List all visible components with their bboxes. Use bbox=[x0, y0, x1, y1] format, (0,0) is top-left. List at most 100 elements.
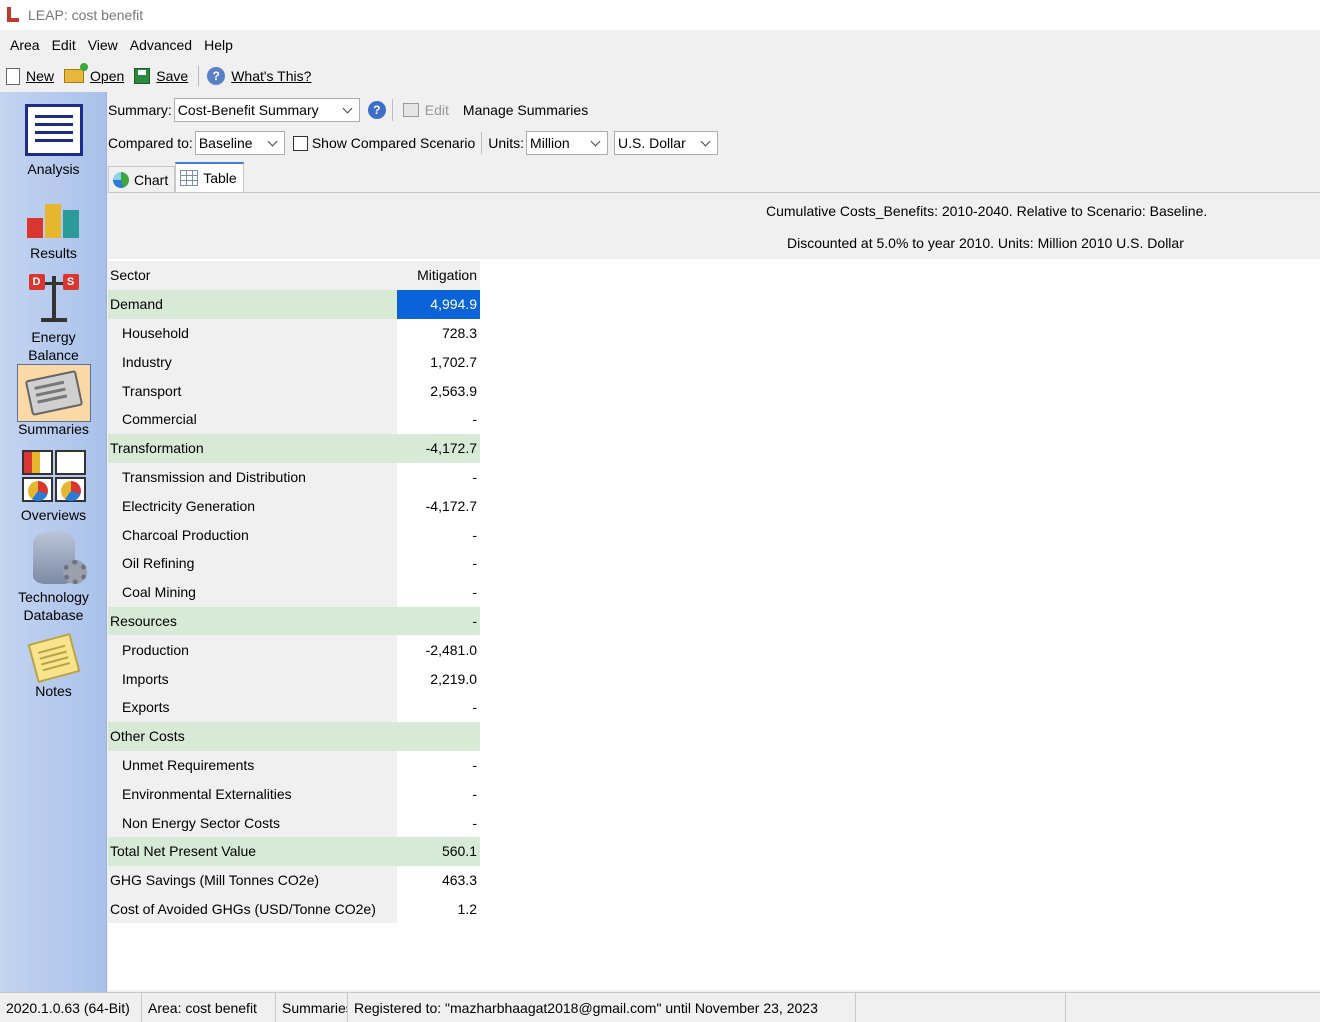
row-label: Resources bbox=[108, 606, 397, 636]
sidebar-item-analysis[interactable]: Analysis bbox=[0, 104, 107, 178]
sidebar-item-summaries[interactable]: Summaries bbox=[0, 364, 107, 438]
summary-help-icon[interactable]: ? bbox=[367, 101, 386, 119]
row-label: Environmental Externalities bbox=[108, 779, 397, 809]
row-value[interactable]: -4,172.7 bbox=[397, 491, 480, 521]
view-bar: Analysis Results DS Energy Balance Summa… bbox=[0, 92, 107, 992]
row-label: Exports bbox=[108, 692, 397, 722]
save-disk-icon bbox=[134, 68, 151, 84]
summaries-icon bbox=[16, 364, 91, 422]
table-row[interactable]: Imports 2,219.0 bbox=[108, 664, 481, 693]
row-value[interactable]: - bbox=[397, 520, 480, 549]
menu-bar: Area Edit View Advanced Help bbox=[0, 30, 1320, 60]
table-row[interactable]: Industry 1,702.7 bbox=[108, 347, 481, 377]
table-row[interactable]: Household 728.3 bbox=[108, 318, 481, 348]
sidebar-item-overviews[interactable]: Overviews bbox=[0, 450, 107, 524]
table-row[interactable]: Total Net Present Value 560.1 bbox=[108, 836, 481, 866]
chevron-down-icon bbox=[700, 136, 711, 146]
menu-help[interactable]: Help bbox=[198, 37, 239, 53]
row-value[interactable]: - bbox=[397, 750, 480, 780]
row-value[interactable]: - bbox=[397, 462, 480, 492]
row-value[interactable] bbox=[397, 721, 480, 751]
title-bar: LEAP: cost benefit bbox=[0, 0, 1320, 30]
manage-summaries-button[interactable]: Manage Summaries bbox=[463, 102, 588, 118]
row-value[interactable]: 1,702.7 bbox=[397, 347, 480, 377]
table-row[interactable]: Electricity Generation -4,172.7 bbox=[108, 491, 481, 521]
window-title: LEAP: cost benefit bbox=[28, 7, 144, 23]
new-button[interactable]: New bbox=[6, 67, 54, 85]
summary-select[interactable]: Cost-Benefit Summary bbox=[173, 98, 360, 122]
menu-edit[interactable]: Edit bbox=[46, 37, 82, 53]
sidebar-item-results[interactable]: Results bbox=[0, 188, 107, 262]
analysis-icon bbox=[24, 104, 83, 156]
table-row[interactable]: Cost of Avoided GHGs (USD/Tonne CO2e) 1.2 bbox=[108, 894, 481, 924]
table-row[interactable]: GHG Savings (Mill Tonnes CO2e) 463.3 bbox=[108, 865, 481, 895]
open-folder-icon bbox=[64, 63, 89, 83]
sidebar-item-energy-balance[interactable]: DS Energy Balance bbox=[0, 272, 107, 364]
open-button[interactable]: Open bbox=[64, 63, 124, 84]
whats-this-button[interactable]: ? What's This? bbox=[207, 67, 311, 85]
row-label: Industry bbox=[108, 347, 397, 377]
status-bar: 2020.1.0.63 (64-Bit) Area: cost benefit … bbox=[0, 992, 1320, 1022]
edit-button[interactable]: Edit bbox=[402, 102, 449, 118]
row-value[interactable]: -4,172.7 bbox=[397, 433, 480, 463]
view-tabs: Chart Table bbox=[108, 162, 244, 192]
table-caption: Cumulative Costs_Benefits: 2010-2040. Re… bbox=[108, 193, 1320, 259]
row-value[interactable]: - bbox=[397, 606, 480, 636]
row-value[interactable]: - bbox=[397, 548, 480, 578]
save-button-label: Save bbox=[156, 68, 189, 84]
table-row[interactable]: Non Energy Sector Costs - bbox=[108, 808, 481, 837]
row-value[interactable]: 2,563.9 bbox=[397, 376, 480, 405]
row-value[interactable]: 728.3 bbox=[397, 318, 480, 348]
row-value[interactable]: 4,994.9 bbox=[397, 289, 480, 319]
table-row[interactable]: Exports - bbox=[108, 692, 481, 722]
menu-advanced[interactable]: Advanced bbox=[124, 37, 198, 53]
whats-this-label: What's This? bbox=[231, 68, 312, 84]
currency-select[interactable]: U.S. Dollar bbox=[614, 131, 719, 155]
row-value[interactable]: 1.2 bbox=[397, 894, 480, 924]
table-row[interactable]: Production -2,481.0 bbox=[108, 635, 481, 665]
table-row[interactable]: Unmet Requirements - bbox=[108, 750, 481, 780]
table-row[interactable]: Commercial - bbox=[108, 404, 481, 434]
units-select[interactable]: Million bbox=[526, 131, 609, 155]
table-row[interactable]: Other Costs bbox=[108, 721, 481, 751]
table-row[interactable]: Transformation -4,172.7 bbox=[108, 433, 481, 463]
bar-chart-icon bbox=[25, 188, 83, 240]
table-row[interactable]: Resources - bbox=[108, 606, 481, 636]
compared-to-value: Baseline bbox=[198, 135, 253, 151]
show-compared-checkbox[interactable] bbox=[292, 135, 308, 151]
sidebar-label-notes: Notes bbox=[35, 683, 72, 699]
table-row[interactable]: Charcoal Production - bbox=[108, 520, 481, 549]
table-row[interactable]: Oil Refining - bbox=[108, 548, 481, 578]
chevron-down-icon bbox=[342, 103, 353, 113]
row-value[interactable]: - bbox=[397, 808, 480, 837]
row-value[interactable]: - bbox=[397, 692, 480, 722]
row-value[interactable]: - bbox=[397, 779, 480, 809]
sidebar-item-technology-database[interactable]: Technology Database bbox=[0, 532, 107, 624]
row-value[interactable]: -2,481.0 bbox=[397, 635, 480, 665]
table-row[interactable]: Transport 2,563.9 bbox=[108, 376, 481, 405]
row-value[interactable]: 560.1 bbox=[397, 836, 480, 866]
table-grid-icon bbox=[180, 170, 199, 186]
row-value[interactable]: 463.3 bbox=[397, 865, 480, 895]
table-row[interactable]: Coal Mining - bbox=[108, 577, 481, 607]
row-value[interactable]: - bbox=[397, 577, 480, 607]
row-value[interactable]: - bbox=[397, 404, 480, 434]
column-header-mitigation: Mitigation bbox=[397, 261, 480, 290]
balance-scale-icon: DS bbox=[25, 272, 83, 324]
table-row[interactable]: Transmission and Distribution - bbox=[108, 462, 481, 492]
edit-button-label: Edit bbox=[424, 102, 449, 118]
row-value[interactable]: 2,219.0 bbox=[397, 664, 480, 693]
row-label: Production bbox=[108, 635, 397, 665]
menu-area[interactable]: Area bbox=[4, 37, 46, 53]
chevron-down-icon bbox=[267, 136, 278, 146]
sidebar-item-notes[interactable]: Notes bbox=[0, 632, 107, 700]
compared-to-select[interactable]: Baseline bbox=[194, 131, 285, 155]
tab-table[interactable]: Table bbox=[175, 162, 244, 192]
menu-view[interactable]: View bbox=[82, 37, 124, 53]
save-button[interactable]: Save bbox=[134, 68, 188, 84]
pie-chart-icon bbox=[113, 171, 129, 188]
table-row[interactable]: Environmental Externalities - bbox=[108, 779, 481, 809]
table-row[interactable]: Demand 4,994.9 bbox=[108, 289, 481, 319]
show-compared-label[interactable]: Show Compared Scenario bbox=[312, 135, 475, 151]
tab-chart[interactable]: Chart bbox=[108, 166, 176, 192]
